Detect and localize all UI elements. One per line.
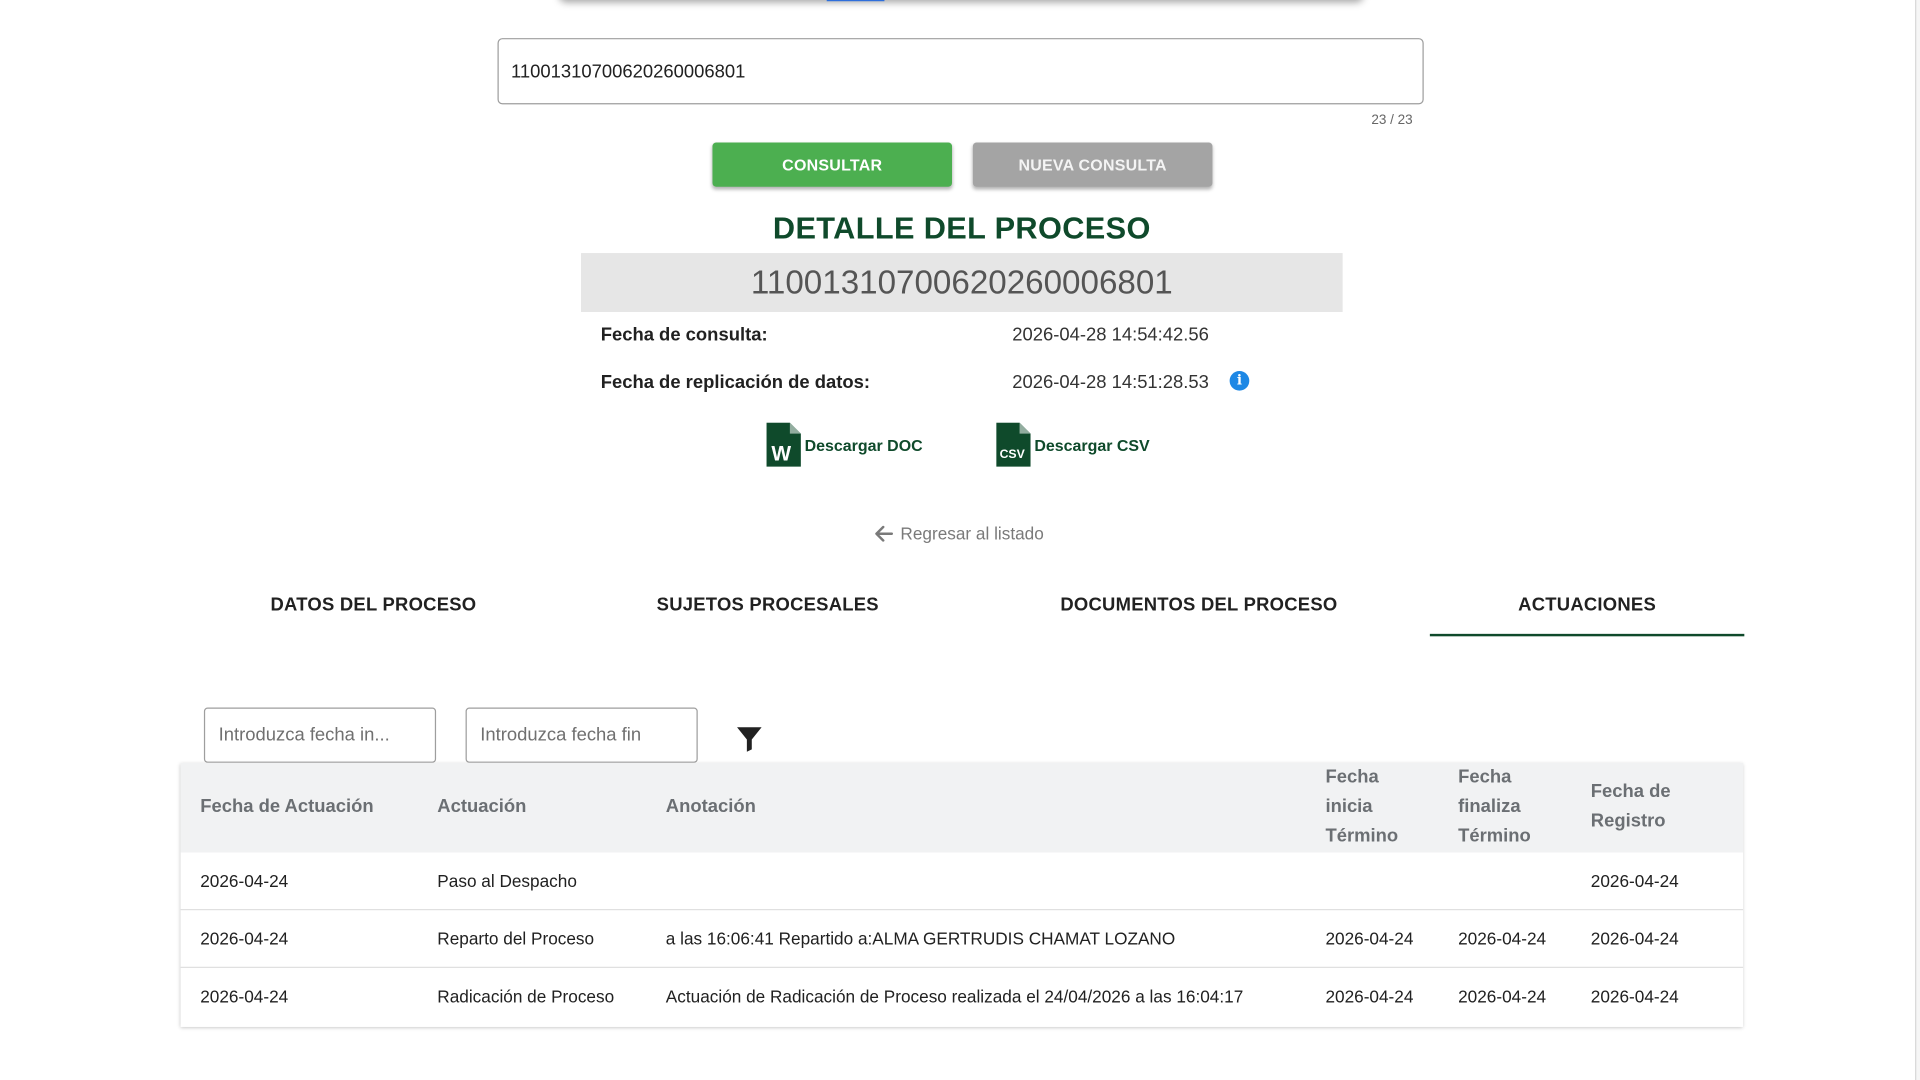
- consultar-button[interactable]: CONSULTAR: [712, 142, 953, 187]
- header-line: Registro: [1590, 810, 1666, 832]
- fecha-inicio-input[interactable]: [203, 707, 437, 763]
- cell-fecha-registro: 2026-04-24: [1590, 870, 1679, 891]
- fecha-consulta-value: 2026-04-28 14:54:42.56: [1012, 324, 1209, 346]
- csv-doc-icon-text: CSV: [1000, 447, 1026, 461]
- nueva-consulta-button[interactable]: NUEVA CONSULTA: [972, 142, 1213, 187]
- scrollbar[interactable]: [1915, 0, 1920, 1080]
- filter-icon[interactable]: [735, 724, 764, 753]
- table-row[interactable]: 2026-04-24 Reparto del Proceso a las 16:…: [180, 910, 1744, 968]
- info-icon[interactable]: i: [1229, 370, 1250, 391]
- fecha-replicacion-label: Fecha de replicación de datos:: [600, 372, 870, 394]
- fecha-consulta-label: Fecha de consulta:: [600, 324, 768, 346]
- search-field[interactable]: [497, 38, 1424, 105]
- cell-fecha-actuacion: 2026-04-24: [200, 986, 289, 1007]
- cell-fecha-registro: 2026-04-24: [1590, 986, 1679, 1007]
- table-row[interactable]: 2026-04-24 Radicación de Proceso Actuaci…: [181, 968, 1744, 1027]
- descargar-csv-link[interactable]: CSV Descargar CSV: [996, 422, 1150, 467]
- word-doc-icon: W: [766, 422, 801, 467]
- header-fecha-registro: Fecha de Registro: [1591, 778, 1671, 837]
- header-anotacion: Anotación: [665, 796, 756, 817]
- cell-fecha-finaliza: 2026-04-24: [1458, 986, 1547, 1007]
- table-row[interactable]: 2026-04-24 Paso al Despacho 2026-04-24: [180, 853, 1744, 911]
- cell-actuacion: Reparto del Proceso: [437, 928, 595, 949]
- cell-fecha-inicia: 2026-04-24: [1325, 986, 1414, 1007]
- regresar-label: Regresar al listado: [900, 523, 1044, 543]
- header-line: Fecha: [1458, 766, 1512, 788]
- tab-documentos-del-proceso[interactable]: DOCUMENTOS DEL PROCESO: [968, 580, 1430, 634]
- cell-fecha-inicia: 2026-04-24: [1325, 928, 1414, 949]
- char-counter: 23 / 23: [1371, 113, 1413, 128]
- cell-actuacion: Radicación de Proceso: [437, 986, 615, 1007]
- cell-fecha-actuacion: 2026-04-24: [200, 928, 289, 949]
- cell-anotacion: a las 16:06:41 Repartido a:ALMA GERTRUDI…: [665, 928, 1176, 949]
- header-fecha-finaliza-termino: Fecha finaliza Término: [1458, 763, 1531, 851]
- header-fecha-inicia-termino: Fecha inicia Término: [1325, 763, 1398, 851]
- table-header: Fecha de Actuación Actuación Anotación F…: [180, 762, 1744, 853]
- arrow-left-icon: [875, 525, 894, 542]
- cell-actuacion: Paso al Despacho: [437, 870, 577, 891]
- regresar-link[interactable]: Regresar al listado: [875, 521, 1044, 546]
- top-active-indicator: [826, 0, 885, 2]
- cell-anotacion: Actuación de Radicación de Proceso reali…: [665, 986, 1244, 1007]
- fecha-replicacion-value: 2026-04-28 14:51:28.53: [1012, 372, 1209, 394]
- tab-datos-del-proceso[interactable]: DATOS DEL PROCESO: [179, 580, 567, 634]
- header-line: Fecha: [1325, 766, 1379, 788]
- csv-doc-icon: CSV: [996, 422, 1031, 467]
- cell-fecha-registro: 2026-04-24: [1590, 928, 1679, 949]
- tab-sujetos-procesales[interactable]: SUJETOS PROCESALES: [568, 580, 968, 634]
- descargar-doc-label: Descargar DOC: [804, 435, 923, 454]
- process-number: 11001310700620260006801: [750, 264, 1173, 301]
- word-doc-icon-letter: W: [771, 443, 791, 466]
- descargar-doc-link[interactable]: W Descargar DOC: [766, 422, 923, 467]
- process-number-banner: 11001310700620260006801: [581, 253, 1343, 313]
- header-line: Fecha de: [1590, 781, 1671, 803]
- header-line: inicia: [1325, 796, 1373, 817]
- descargar-csv-label: Descargar CSV: [1034, 435, 1150, 454]
- header-line: finaliza: [1458, 796, 1521, 817]
- cell-fecha-finaliza: 2026-04-24: [1458, 928, 1547, 949]
- page: 23 / 23 CONSULTAR NUEVA CONSULTA DETALLE…: [0, 0, 1920, 1080]
- actuaciones-table: Fecha de Actuación Actuación Anotación F…: [180, 762, 1744, 1027]
- header-fecha-actuacion: Fecha de Actuación: [200, 796, 374, 817]
- page-title: DETALLE DEL PROCESO: [772, 211, 1151, 246]
- tab-actuaciones[interactable]: ACTUACIONES: [1429, 580, 1745, 637]
- cell-fecha-actuacion: 2026-04-24: [200, 870, 289, 891]
- header-actuacion: Actuación: [437, 796, 527, 817]
- header-line: Término: [1325, 825, 1399, 847]
- header-line: Término: [1458, 825, 1531, 847]
- fecha-fin-input[interactable]: [465, 707, 698, 763]
- process-number-input[interactable]: [511, 39, 1408, 104]
